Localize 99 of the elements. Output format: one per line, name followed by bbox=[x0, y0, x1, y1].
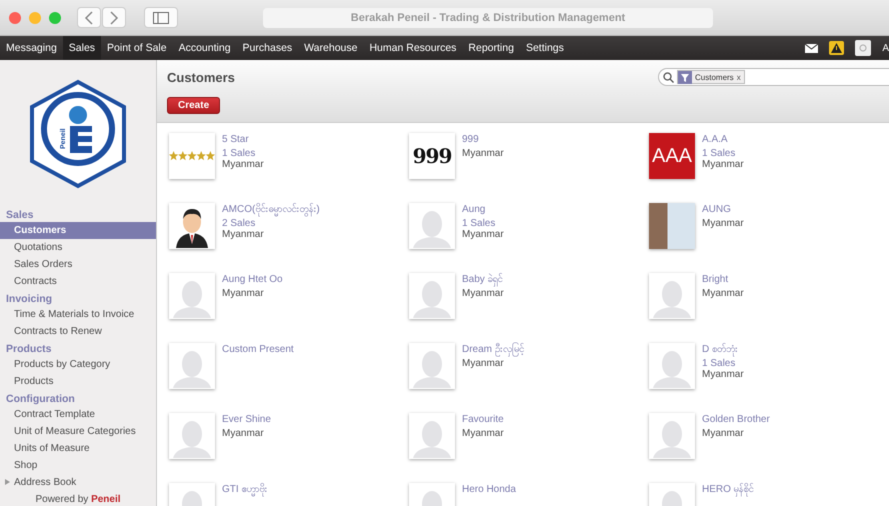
customer-name[interactable]: Aung Htet Oo bbox=[222, 274, 283, 285]
numeral-logo-image: 999 bbox=[409, 133, 455, 179]
sidebar-section-title: Configuration bbox=[5, 392, 76, 406]
customer-name[interactable]: Aung bbox=[462, 204, 504, 215]
customer-name[interactable]: 5 Star bbox=[222, 134, 264, 145]
customer-name[interactable]: Custom Present bbox=[222, 344, 294, 355]
rating-stars-image bbox=[169, 133, 215, 179]
customer-name[interactable]: Ever Shine bbox=[222, 414, 271, 425]
mail-icon[interactable] bbox=[805, 44, 818, 52]
customer-country: Myanmar bbox=[702, 159, 744, 170]
customer-name[interactable]: AMCO(ဗိုင်းဓမ္မာလင်းတွန်း) bbox=[222, 204, 320, 215]
sidebar-item[interactable]: Products by Category bbox=[0, 356, 156, 373]
sidebar-item[interactable]: Unit of Measure Categories bbox=[0, 423, 156, 440]
customer-country: Myanmar bbox=[222, 428, 265, 439]
close-button[interactable] bbox=[9, 12, 21, 24]
sidebar-item[interactable]: Sales Orders bbox=[0, 256, 156, 273]
warning-icon[interactable] bbox=[829, 41, 844, 55]
sidebar-item[interactable]: Units of Measure bbox=[0, 440, 156, 457]
page-title: Customers bbox=[167, 70, 235, 84]
sidebar-item[interactable]: Address Book bbox=[0, 474, 156, 491]
customer-country: Myanmar bbox=[222, 159, 264, 170]
sales-count[interactable]: 2 Sales bbox=[222, 218, 320, 229]
customer-name[interactable]: AUNG bbox=[702, 204, 744, 215]
sidebar-toggle-button[interactable] bbox=[144, 7, 178, 28]
sidebar-item[interactable]: Quotations bbox=[0, 239, 156, 256]
menu-tab[interactable]: Settings bbox=[520, 36, 570, 60]
letter-logo-image: AAA bbox=[649, 133, 695, 179]
customer-country: Myanmar bbox=[222, 288, 265, 299]
avatar-placeholder bbox=[169, 273, 215, 319]
customer-name[interactable]: Hero Honda bbox=[462, 484, 516, 495]
customer-country: Myanmar bbox=[462, 428, 504, 439]
powered-by-text: Powered by Peneil bbox=[34, 493, 122, 505]
customer-name[interactable]: Golden Brother bbox=[702, 414, 770, 425]
avatar-placeholder bbox=[409, 273, 455, 319]
back-icon bbox=[84, 10, 94, 24]
customer-country: Myanmar bbox=[222, 229, 265, 240]
sidebar-section-title: Products bbox=[5, 342, 53, 356]
businessman-avatar bbox=[169, 203, 215, 249]
sidebar-item[interactable]: Shop bbox=[0, 457, 156, 474]
remove-facet-button[interactable]: x bbox=[736, 72, 741, 82]
avatar-icon[interactable] bbox=[855, 40, 872, 56]
filter-facet[interactable]: Customers x bbox=[677, 70, 745, 84]
customer-country: Myanmar bbox=[702, 428, 745, 439]
avatar-placeholder bbox=[409, 203, 455, 249]
customer-country: Myanmar bbox=[462, 148, 504, 159]
avatar-placeholder bbox=[409, 413, 455, 459]
expand-arrow-icon[interactable] bbox=[5, 479, 10, 485]
menu-tab[interactable]: Reporting bbox=[462, 36, 520, 60]
sidebar-item[interactable]: Contract Template bbox=[0, 406, 156, 423]
sidebar-icon bbox=[153, 12, 169, 24]
sidebar-section-title: Sales bbox=[5, 208, 34, 222]
customer-name[interactable]: A.A.A bbox=[702, 134, 744, 145]
avatar-placeholder bbox=[169, 413, 215, 459]
menu-tab[interactable]: Warehouse bbox=[298, 36, 364, 60]
customer-name[interactable]: GTI ဧဟ္မာဗိုး bbox=[222, 484, 268, 495]
zoom-button[interactable] bbox=[49, 12, 61, 24]
menu-tab[interactable]: Purchases bbox=[236, 36, 298, 60]
sidebar-item[interactable]: Time & Materials to Invoice bbox=[0, 306, 156, 323]
customer-name[interactable]: 999 bbox=[462, 134, 504, 145]
sidebar-section-title: Invoicing bbox=[5, 292, 54, 306]
menu-tab[interactable]: Point of Sale bbox=[101, 36, 173, 60]
sidebar-item[interactable]: Contracts to Renew bbox=[0, 323, 156, 340]
customer-name[interactable]: HERO မှန်စိုင် bbox=[702, 484, 754, 495]
back-button[interactable] bbox=[77, 7, 101, 28]
avatar-placeholder bbox=[169, 343, 215, 389]
sales-count[interactable]: 1 Sales bbox=[702, 148, 744, 159]
avatar-placeholder bbox=[649, 413, 695, 459]
search-icon bbox=[663, 72, 674, 82]
avatar-placeholder bbox=[409, 343, 455, 389]
sales-count[interactable]: 1 Sales bbox=[222, 148, 264, 159]
customer-name[interactable]: D စတ်ဘုံး bbox=[702, 344, 744, 355]
customer-country: Myanmar bbox=[462, 229, 504, 240]
customer-name[interactable]: Dream ဦးလှမြင့် bbox=[462, 344, 524, 355]
filter-icon bbox=[678, 70, 692, 84]
menu-tab[interactable]: Human Resources bbox=[363, 36, 462, 60]
sales-count[interactable]: 1 Sales bbox=[462, 218, 504, 229]
search-field[interactable]: Customers x bbox=[658, 68, 889, 86]
customer-country: Myanmar bbox=[702, 218, 744, 229]
customer-country: Myanmar bbox=[702, 288, 744, 299]
sidebar-item[interactable]: Contracts bbox=[0, 273, 156, 290]
customer-name[interactable]: Favourite bbox=[462, 414, 504, 425]
sidebar-item[interactable]: Customers bbox=[0, 222, 156, 239]
forward-icon bbox=[109, 10, 119, 24]
menu-tab[interactable]: Messaging bbox=[0, 36, 63, 60]
create-button[interactable]: Create bbox=[167, 97, 220, 114]
forward-button[interactable] bbox=[102, 7, 126, 28]
customer-name[interactable]: Baby ခဲရှင် bbox=[462, 274, 504, 285]
avatar-placeholder bbox=[649, 273, 695, 319]
avatar-placeholder bbox=[649, 343, 695, 389]
sales-count[interactable]: 1 Sales bbox=[702, 358, 744, 369]
user-name[interactable]: A bbox=[882, 42, 889, 54]
customer-country: Myanmar bbox=[702, 369, 744, 380]
customer-name[interactable]: Bright bbox=[702, 274, 744, 285]
menu-tab[interactable]: Accounting bbox=[172, 36, 237, 60]
customer-country: Myanmar bbox=[462, 288, 504, 299]
menu-tab[interactable]: Sales bbox=[62, 36, 102, 60]
customer-country: Myanmar bbox=[462, 358, 505, 369]
sidebar-item[interactable]: Products bbox=[0, 373, 156, 390]
photo-placeholder bbox=[649, 203, 695, 249]
